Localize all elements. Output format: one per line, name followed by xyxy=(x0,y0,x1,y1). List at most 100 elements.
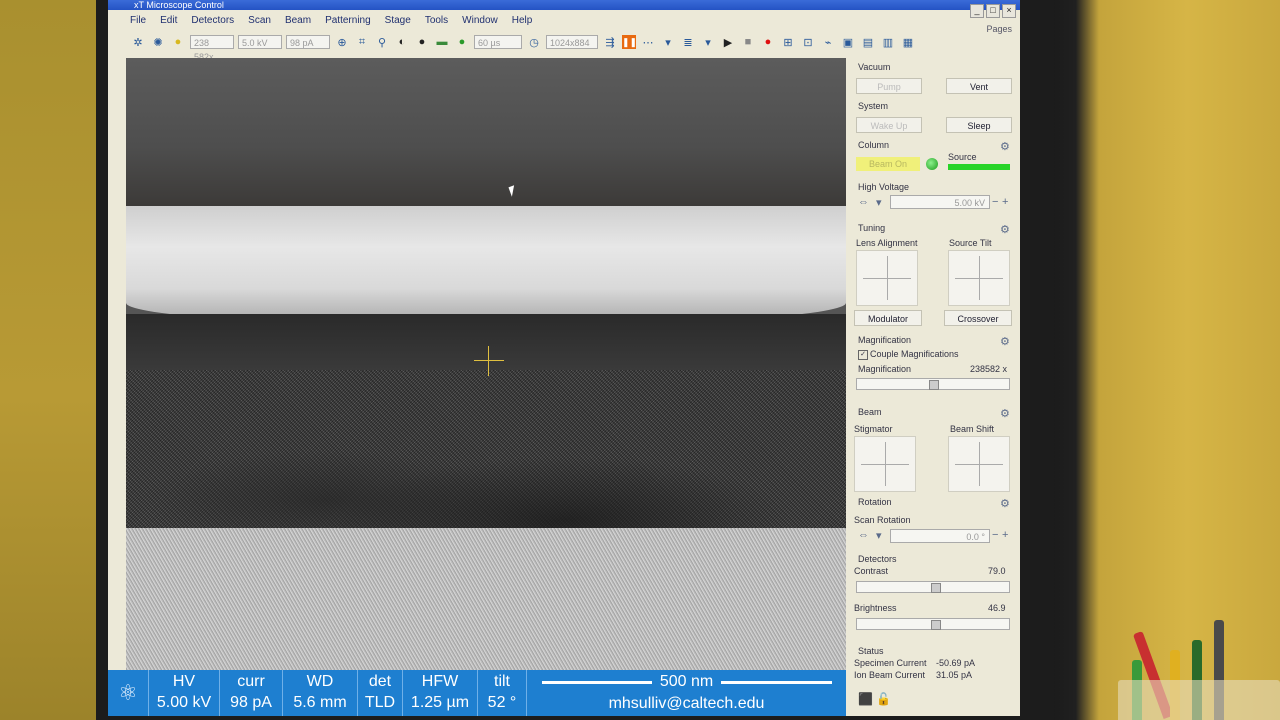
stage-status-icon[interactable]: ⬛ xyxy=(858,692,873,706)
menu-scan[interactable]: Scan xyxy=(248,15,271,26)
sem-image-view[interactable] xyxy=(126,58,846,670)
background-left xyxy=(0,0,110,720)
target-icon[interactable]: ⊕ xyxy=(334,34,350,50)
brightness-slider-thumb[interactable] xyxy=(931,620,941,630)
magnification-slider[interactable] xyxy=(856,378,1010,390)
window-icon[interactable]: ▣ xyxy=(840,34,856,50)
tuning-settings-icon[interactable]: ⚙ xyxy=(1000,223,1010,236)
magnification-settings-icon[interactable]: ⚙ xyxy=(1000,335,1010,348)
magnification-value: 238582 x xyxy=(970,364,1008,374)
crosshair-icon-h xyxy=(474,360,504,361)
dropdown-icon-2[interactable]: ▾ xyxy=(700,34,716,50)
image-region-bottom xyxy=(126,528,846,670)
contrast-slider[interactable] xyxy=(856,581,1010,593)
quad-icon[interactable]: ⊞ xyxy=(780,34,796,50)
couple-magnifications-checkbox[interactable]: ✓ xyxy=(858,350,868,360)
ion-beam-current-label: Ion Beam Current xyxy=(854,670,926,680)
person-icon[interactable]: ⚲ xyxy=(374,34,390,50)
rotation-lock-icon[interactable]: ⇔ xyxy=(858,529,869,541)
window-icon-4[interactable]: ▦ xyxy=(900,34,916,50)
rotation-dropdown-icon[interactable]: ▾ xyxy=(876,529,882,542)
brightness-label: Brightness xyxy=(854,603,897,613)
column-settings-icon[interactable]: ⚙ xyxy=(1000,140,1010,153)
pen-cup xyxy=(1118,680,1280,720)
lens-alignment-pad[interactable] xyxy=(856,250,918,306)
resolution-field[interactable]: 1024x884 xyxy=(546,35,598,49)
image-region-top xyxy=(126,58,846,206)
menu-tools[interactable]: Tools xyxy=(425,15,448,26)
beam-shift-pad[interactable] xyxy=(948,436,1010,492)
hv-dropdown-icon[interactable]: ▾ xyxy=(876,196,882,209)
hv-increment-icon[interactable]: + xyxy=(1002,196,1008,208)
pump-button[interactable]: Pump xyxy=(856,78,922,94)
image-region-dark-layer xyxy=(126,314,846,370)
rotation-value-field[interactable]: 0.0 ° xyxy=(890,529,990,543)
scan-speed-icon[interactable]: ⇶ xyxy=(602,34,618,50)
dropdown-icon[interactable]: ▾ xyxy=(660,34,676,50)
modulator-button[interactable]: Modulator xyxy=(854,310,922,326)
current-field[interactable]: 98 pA xyxy=(286,35,330,49)
stigmator-pad[interactable] xyxy=(854,436,916,492)
menu-file[interactable]: File xyxy=(130,15,146,26)
hv-value-field[interactable]: 5.00 kV xyxy=(890,195,990,209)
brightness-slider[interactable] xyxy=(856,618,1010,630)
pause-button[interactable]: ❚❚ xyxy=(622,35,637,49)
menu-window[interactable]: Window xyxy=(462,15,498,26)
close-button[interactable]: × xyxy=(1002,4,1016,18)
brightness-icon[interactable]: ● xyxy=(414,34,430,50)
menu-detectors[interactable]: Detectors xyxy=(191,15,234,26)
chart-icon[interactable]: ⌁ xyxy=(820,34,836,50)
sleep-button[interactable]: Sleep xyxy=(946,117,1012,133)
system-title: System xyxy=(858,101,889,111)
pen-holder xyxy=(1118,540,1280,720)
dwell-field[interactable]: 60 µs xyxy=(474,35,522,49)
record-icon[interactable]: ● xyxy=(760,34,776,50)
maximize-button[interactable]: □ xyxy=(986,4,1000,18)
crosshair-icon xyxy=(488,346,489,376)
play-icon[interactable]: ▶ xyxy=(720,34,736,50)
contrast-icon[interactable]: ◐ xyxy=(394,34,410,50)
reduced-area-icon[interactable]: ⋯ xyxy=(640,34,656,50)
stop-icon[interactable]: ■ xyxy=(740,34,756,50)
detectors-title: Detectors xyxy=(858,554,897,564)
globe-icon[interactable]: ● xyxy=(454,34,470,50)
filter-icon[interactable]: ≣ xyxy=(680,34,696,50)
frame-icon[interactable]: ⌗ xyxy=(354,34,370,50)
menu-beam[interactable]: Beam xyxy=(285,15,311,26)
rotation-title: Rotation xyxy=(858,497,892,507)
window-icon-2[interactable]: ▤ xyxy=(860,34,876,50)
window-icon-3[interactable]: ▥ xyxy=(880,34,896,50)
beam-on-button[interactable]: Beam On xyxy=(856,157,920,171)
hv-decrement-icon[interactable]: − xyxy=(992,196,998,208)
menu-help[interactable]: Help xyxy=(512,15,533,26)
menu-edit[interactable]: Edit xyxy=(160,15,177,26)
stigmator-label: Stigmator xyxy=(854,424,893,434)
source-tilt-pad[interactable] xyxy=(948,250,1010,306)
quad-icon-2[interactable]: ⊡ xyxy=(800,34,816,50)
source-tilt-label: Source Tilt xyxy=(949,238,992,248)
databar-hv: HV 5.00 kV xyxy=(149,670,220,716)
hv-lock-icon[interactable]: ⇔ xyxy=(858,196,869,208)
rotation-decrement-icon[interactable]: − xyxy=(992,529,998,541)
clock-icon[interactable]: ◷ xyxy=(526,34,542,50)
magnification-field[interactable]: 238 582x xyxy=(190,35,234,62)
bulb-icon[interactable]: ● xyxy=(170,34,186,50)
lock-icon[interactable]: 🔓 xyxy=(876,692,891,706)
rotation-settings-icon[interactable]: ⚙ xyxy=(1000,497,1010,510)
menu-patterning[interactable]: Patterning xyxy=(325,15,371,26)
beam-settings-icon[interactable]: ⚙ xyxy=(1000,407,1010,420)
beam-icon[interactable]: ✺ xyxy=(150,34,166,50)
magnification-slider-thumb[interactable] xyxy=(929,380,939,390)
contrast-slider-thumb[interactable] xyxy=(931,583,941,593)
wake-up-button[interactable]: Wake Up xyxy=(856,117,922,133)
hv-field[interactable]: 5.0 kV xyxy=(238,35,282,49)
crossover-button[interactable]: Crossover xyxy=(944,310,1012,326)
menu-stage[interactable]: Stage xyxy=(385,15,411,26)
rotation-increment-icon[interactable]: + xyxy=(1002,529,1008,541)
vent-button[interactable]: Vent xyxy=(946,78,1012,94)
image-icon[interactable]: ▬ xyxy=(434,34,450,50)
lens-alignment-label: Lens Alignment xyxy=(856,238,918,248)
stage-icon[interactable]: ✲ xyxy=(130,34,146,50)
minimize-button[interactable]: _ xyxy=(970,4,984,18)
window-title: xT Microscope Control xyxy=(134,0,224,10)
